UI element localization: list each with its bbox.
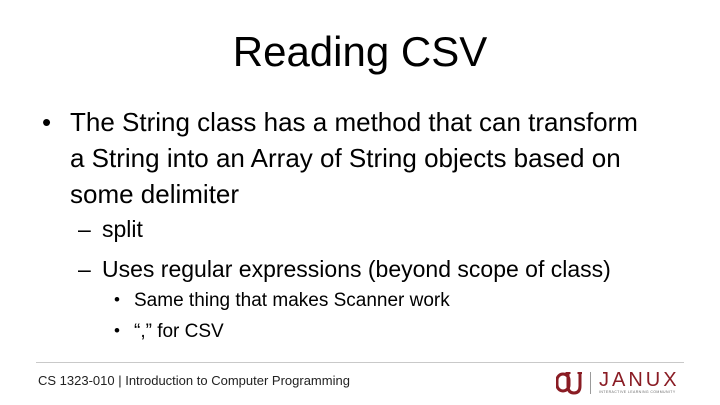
sub-sub-bullet-text: “,” for CSV — [134, 321, 224, 342]
ou-logo-icon — [556, 372, 582, 395]
bullet-item: • The String class has a method that can… — [42, 104, 642, 212]
janux-wordmark: JANUX INTERACTIVE LEARNING COMMUNITY — [599, 369, 680, 395]
janux-logo: JANUX INTERACTIVE LEARNING COMMUNITY — [556, 369, 680, 395]
dash-marker: – — [78, 216, 91, 242]
janux-tagline: INTERACTIVE LEARNING COMMUNITY — [599, 390, 676, 394]
sub-sub-bullet-item: • Same thing that makes Scanner work — [114, 289, 450, 313]
dash-marker: – — [78, 256, 91, 282]
sub-sub-bullet-text: Same thing that makes Scanner work — [134, 290, 450, 311]
sub-bullet-text: split — [102, 216, 143, 242]
footer-divider — [36, 362, 684, 363]
slide-body: • The String class has a method that can… — [0, 0, 720, 360]
bullet-marker: • — [42, 107, 52, 137]
sub-bullet-item: – split — [78, 214, 143, 244]
bullet-marker: • — [114, 321, 120, 340]
sub-bullet-text: Uses regular expressions (beyond scope o… — [102, 256, 611, 282]
janux-brand-text: JANUX — [599, 369, 680, 391]
course-label: CS 1323-010 | Introduction to Computer P… — [38, 373, 350, 388]
bullet-text: The String class has a method that can t… — [70, 107, 638, 209]
sub-sub-bullet-item: • “,” for CSV — [114, 320, 224, 344]
sub-bullet-item: – Uses regular expressions (beyond scope… — [78, 254, 611, 284]
bullet-marker: • — [114, 290, 120, 309]
logo-divider — [590, 372, 591, 394]
